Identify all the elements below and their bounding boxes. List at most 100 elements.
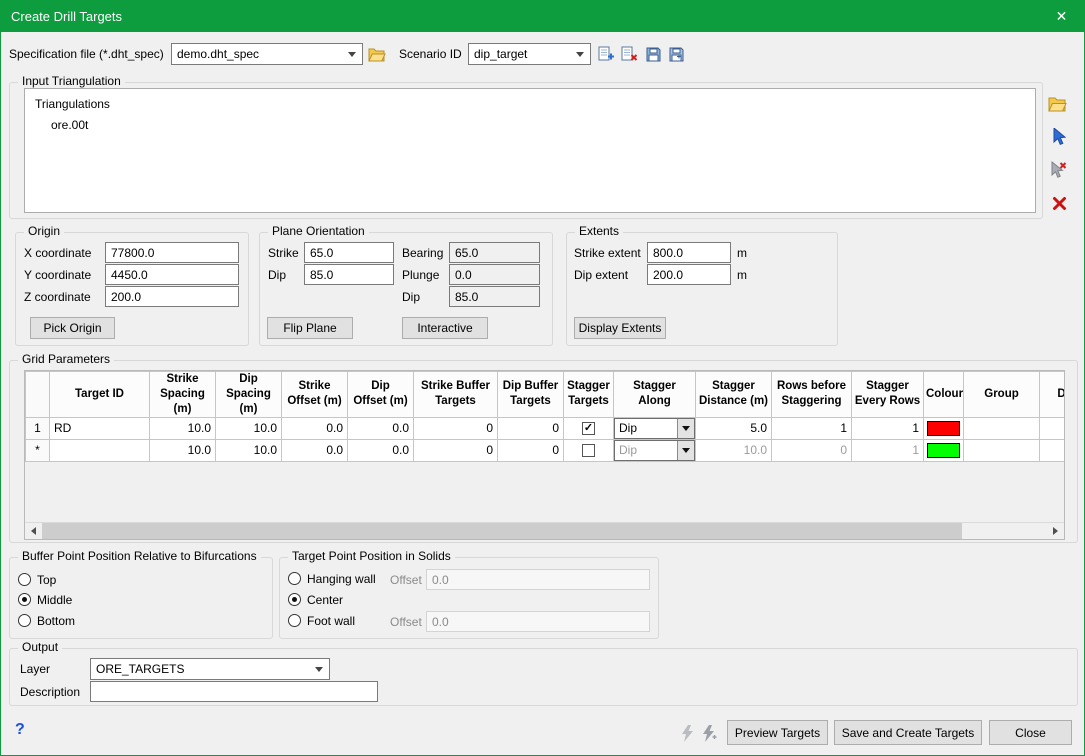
layer-combo[interactable]: ORE_TARGETS xyxy=(90,658,330,680)
buffer-point-group: Buffer Point Position Relative to Bifurc… xyxy=(9,557,273,639)
cell-colour[interactable] xyxy=(924,439,964,461)
close-dialog-button[interactable]: Close xyxy=(989,720,1072,745)
cell-stagger-distance[interactable]: 5.0 xyxy=(696,417,772,439)
radio-hanging-wall-label: Hanging wall xyxy=(307,572,376,586)
cell-dip-offset[interactable]: 0.0 xyxy=(348,417,414,439)
plunge-label: Plunge xyxy=(402,264,439,286)
cell-dip-buffer[interactable]: 0 xyxy=(498,439,564,461)
stagger-along-dropdown[interactable]: Dip xyxy=(614,440,695,461)
radio-middle[interactable]: Middle xyxy=(18,592,72,607)
row-header[interactable]: 1 xyxy=(26,417,50,439)
colour-swatch[interactable] xyxy=(927,421,960,436)
cell-d[interactable] xyxy=(1040,417,1066,439)
triangulation-list[interactable]: Triangulations ore.00t xyxy=(24,88,1036,213)
cell-stagger-along[interactable]: Dip xyxy=(614,439,696,461)
cell-group[interactable] xyxy=(964,417,1040,439)
pick-origin-button[interactable]: Pick Origin xyxy=(30,317,115,339)
run-add-lightning-icon[interactable] xyxy=(699,723,719,743)
scrollbar-thumb[interactable] xyxy=(42,523,962,539)
cell-stagger-along[interactable]: Dip xyxy=(614,417,696,439)
cell-rows-before[interactable]: 0 xyxy=(772,439,852,461)
select-cursor-icon[interactable] xyxy=(1048,127,1068,147)
cell-target-id[interactable] xyxy=(50,439,150,461)
check-icon: ✓ xyxy=(584,423,593,434)
delete-scenario-icon[interactable] xyxy=(619,44,639,64)
cell-stagger-targets[interactable] xyxy=(564,439,614,461)
x-coordinate-input[interactable]: 77800.0 xyxy=(105,242,239,263)
dip-extent-input[interactable]: 200.0 xyxy=(647,264,731,285)
y-coordinate-input[interactable]: 4450.0 xyxy=(105,264,239,285)
strike-extent-input[interactable]: 800.0 xyxy=(647,242,731,263)
tree-item-file[interactable]: ore.00t xyxy=(25,114,1035,135)
scroll-right-button[interactable] xyxy=(1047,523,1064,539)
dropdown-button[interactable] xyxy=(677,441,694,460)
radio-top[interactable]: Top xyxy=(18,572,56,587)
cell-strike-buffer[interactable]: 0 xyxy=(414,417,498,439)
radio-hanging-wall[interactable]: Hanging wall xyxy=(288,571,376,586)
cell-dip-buffer[interactable]: 0 xyxy=(498,417,564,439)
col-strike-offset: Strike Offset (m) xyxy=(282,372,348,418)
cell-group[interactable] xyxy=(964,439,1040,461)
open-spec-folder-icon[interactable] xyxy=(367,44,387,64)
triangle-right-icon xyxy=(1053,527,1058,535)
dropdown-button[interactable] xyxy=(677,419,694,438)
cell-rows-before[interactable]: 1 xyxy=(772,417,852,439)
z-coordinate-input[interactable]: 200.0 xyxy=(105,286,239,307)
radio-center[interactable]: Center xyxy=(288,592,343,607)
run-lightning-icon[interactable] xyxy=(677,723,697,743)
cell-strike-buffer[interactable]: 0 xyxy=(414,439,498,461)
spec-file-combo[interactable]: demo.dht_spec xyxy=(171,43,363,65)
cell-stagger-every[interactable]: 1 xyxy=(852,417,924,439)
horizontal-scrollbar[interactable] xyxy=(25,522,1064,539)
help-icon[interactable]: ? xyxy=(15,721,25,739)
scenario-id-combo[interactable]: dip_target xyxy=(468,43,591,65)
cell-d[interactable] xyxy=(1040,439,1066,461)
radio-icon xyxy=(288,614,301,627)
cell-dip-spacing[interactable]: 10.0 xyxy=(216,417,282,439)
stagger-along-dropdown[interactable]: Dip xyxy=(614,418,695,439)
output-group: Output Layer ORE_TARGETS Description xyxy=(9,648,1078,706)
dip-value: 85.0 xyxy=(310,268,333,282)
interactive-button[interactable]: Interactive xyxy=(402,317,488,339)
save-scenario-icon[interactable] xyxy=(643,44,663,64)
flip-plane-button[interactable]: Flip Plane xyxy=(267,317,353,339)
deselect-cursor-icon[interactable] xyxy=(1048,160,1068,180)
display-extents-button[interactable]: Display Extents xyxy=(574,317,666,339)
cell-dip-offset[interactable]: 0.0 xyxy=(348,439,414,461)
cell-strike-offset[interactable]: 0.0 xyxy=(282,417,348,439)
radio-bottom[interactable]: Bottom xyxy=(18,613,75,628)
cell-strike-offset[interactable]: 0.0 xyxy=(282,439,348,461)
stagger-along-value: Dip xyxy=(615,441,677,460)
cell-dip-spacing[interactable]: 10.0 xyxy=(216,439,282,461)
description-input[interactable] xyxy=(90,681,378,702)
cell-stagger-every[interactable]: 1 xyxy=(852,439,924,461)
tree-item-root[interactable]: Triangulations xyxy=(25,93,1035,114)
close-button[interactable]: ✕ xyxy=(1039,1,1084,32)
dip-input[interactable]: 85.0 xyxy=(304,264,394,285)
col-rows-before: Rows before Staggering xyxy=(772,372,852,418)
strike-input[interactable]: 65.0 xyxy=(304,242,394,263)
load-triangulation-folder-icon[interactable] xyxy=(1047,94,1067,114)
cell-stagger-targets[interactable]: ✓ xyxy=(564,417,614,439)
radio-top-label: Top xyxy=(37,573,56,587)
save-scenario-as-icon[interactable] xyxy=(666,44,686,64)
row-header[interactable]: * xyxy=(26,439,50,461)
remove-all-icon[interactable] xyxy=(1049,193,1069,213)
cell-stagger-distance[interactable]: 10.0 xyxy=(696,439,772,461)
cell-colour[interactable] xyxy=(924,417,964,439)
save-and-create-targets-button[interactable]: Save and Create Targets xyxy=(834,720,982,745)
radio-foot-wall[interactable]: Foot wall xyxy=(288,613,355,628)
add-scenario-icon[interactable] xyxy=(596,44,616,64)
stagger-checkbox[interactable]: ✓ xyxy=(582,422,595,435)
cell-strike-spacing[interactable]: 10.0 xyxy=(150,417,216,439)
cell-target-id[interactable]: RD xyxy=(50,417,150,439)
preview-targets-button[interactable]: Preview Targets xyxy=(727,720,828,745)
col-group: Group xyxy=(964,372,1040,418)
title-bar: Create Drill Targets xyxy=(1,1,1084,32)
plunge-input: 0.0 xyxy=(449,264,540,285)
scroll-left-button[interactable] xyxy=(25,523,42,539)
colour-swatch[interactable] xyxy=(927,443,960,458)
spec-file-label: Specification file (*.dht_spec) xyxy=(9,43,164,65)
cell-strike-spacing[interactable]: 10.0 xyxy=(150,439,216,461)
stagger-checkbox[interactable] xyxy=(582,444,595,457)
